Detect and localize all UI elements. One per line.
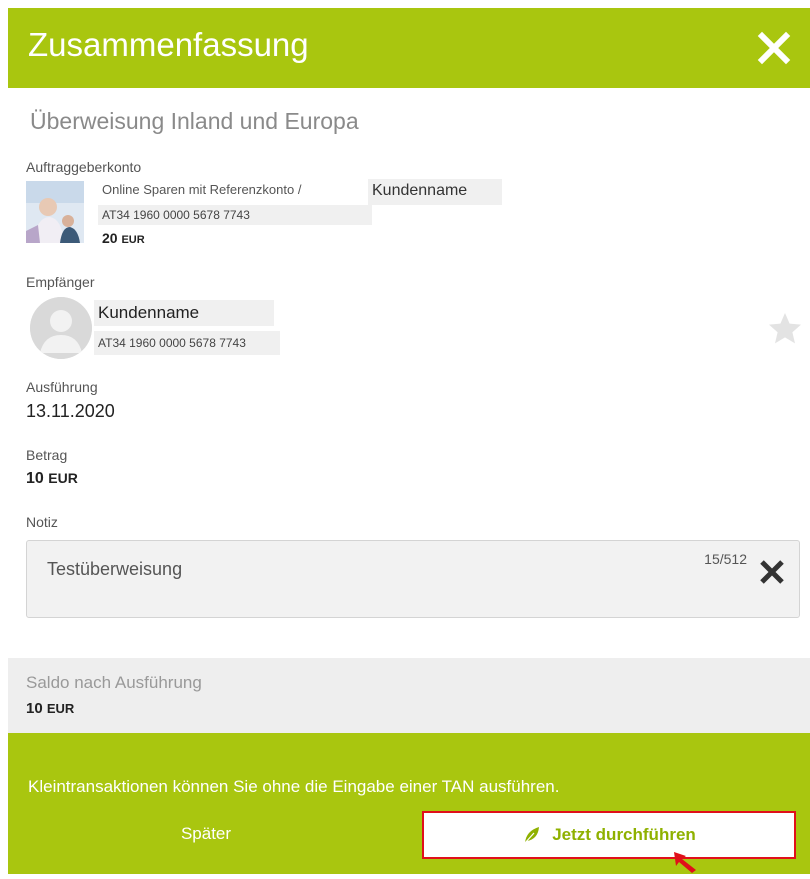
footer-info-text: Kleintransaktionen können Sie ohne die E…	[28, 777, 560, 796]
saldo-value: 10	[26, 700, 43, 717]
dialog-header: Zusammenfassung	[8, 8, 810, 88]
sender-customer-name: Kundenname	[368, 179, 502, 205]
clear-note-icon[interactable]	[757, 557, 787, 587]
note-label: Notiz	[26, 514, 58, 530]
recipient-name: Kundenname	[94, 300, 274, 326]
note-field[interactable]: Testüberweisung 15/512	[26, 540, 800, 618]
note-value[interactable]: Testüberweisung	[47, 559, 182, 580]
transfer-type-title: Überweisung Inland und Europa	[30, 108, 359, 134]
sender-account-name: Online Sparen mit Referenzkonto /	[102, 182, 302, 197]
sender-balance-currency: EUR	[121, 234, 145, 246]
sender-iban: AT34 1960 0000 5678 7743	[98, 205, 372, 225]
note-counter: 15/512	[704, 551, 747, 567]
amount-label: Betrag	[26, 447, 68, 463]
saldo-label: Saldo nach Ausführung	[26, 673, 202, 692]
account-image	[26, 181, 84, 243]
sender-balance-amount: 20	[102, 230, 118, 246]
amount-value-group: 10 EUR	[26, 470, 78, 488]
avatar	[30, 297, 92, 359]
amount-value: 10	[26, 470, 44, 487]
saldo-panel: Saldo nach Ausführung 10 EUR	[8, 658, 810, 733]
execution-label: Ausführung	[26, 379, 98, 395]
execute-now-label: Jetzt durchführen	[552, 825, 696, 844]
later-button[interactable]: Später	[106, 811, 306, 857]
saldo-value-group: 10 EUR	[26, 700, 74, 717]
sender-balance: 20 EUR	[102, 230, 145, 246]
amount-currency: EUR	[48, 470, 78, 486]
star-icon[interactable]	[768, 311, 802, 345]
close-icon[interactable]	[756, 30, 792, 66]
leaf-icon	[524, 827, 540, 844]
recipient-label: Empfänger	[26, 274, 95, 290]
execute-now-button[interactable]: Jetzt durchführen	[422, 811, 796, 859]
saldo-currency: EUR	[46, 701, 75, 716]
summary-dialog: Zusammenfassung Überweisung Inland und E…	[8, 8, 810, 874]
execution-date: 13.11.2020	[26, 401, 115, 421]
sender-label: Auftraggeberkonto	[26, 159, 142, 175]
dialog-title: Zusammenfassung	[28, 26, 309, 63]
recipient-iban: AT34 1960 0000 5678 7743	[94, 331, 280, 355]
pointer-arrow-icon	[672, 850, 700, 874]
